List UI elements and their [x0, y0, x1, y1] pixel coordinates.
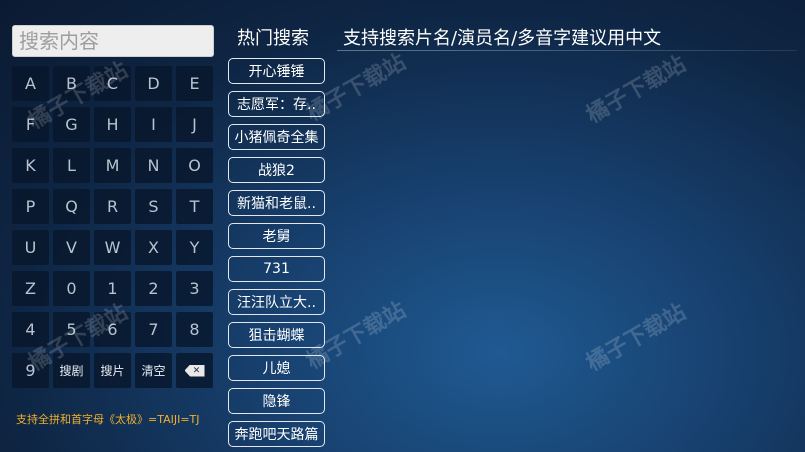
key-n[interactable]: N: [135, 148, 172, 183]
watermark: 橘子下载站: [582, 51, 691, 129]
key-d[interactable]: D: [135, 66, 172, 101]
key-j[interactable]: J: [176, 107, 213, 142]
search-hint: 支持全拼和首字母《太极》=TAIJI=TJ: [16, 413, 200, 426]
key-t[interactable]: T: [176, 189, 213, 224]
hot-search-item[interactable]: 老舅: [228, 223, 325, 249]
key-o[interactable]: O: [176, 148, 213, 183]
key-h[interactable]: H: [94, 107, 131, 142]
key-q[interactable]: Q: [53, 189, 90, 224]
key-s[interactable]: S: [135, 189, 172, 224]
key-clear[interactable]: 清空: [135, 353, 172, 388]
hot-search-item[interactable]: 731: [228, 256, 325, 282]
hot-search-item[interactable]: 志愿军：存..: [228, 91, 325, 117]
key-b[interactable]: B: [53, 66, 90, 101]
hot-search-item[interactable]: 开心锤锤: [228, 58, 325, 84]
key-1[interactable]: 1: [94, 271, 131, 306]
key-p[interactable]: P: [12, 189, 49, 224]
key-0[interactable]: 0: [53, 271, 90, 306]
key-i[interactable]: I: [135, 107, 172, 142]
key-r[interactable]: R: [94, 189, 131, 224]
key-2[interactable]: 2: [135, 271, 172, 306]
key-k[interactable]: K: [12, 148, 49, 183]
watermark: 橘子下载站: [582, 299, 691, 377]
hot-search-title: 热门搜索: [237, 28, 309, 49]
key-y[interactable]: Y: [176, 230, 213, 265]
key-9[interactable]: 9: [12, 353, 49, 388]
hot-search-item[interactable]: 隐锋: [228, 388, 325, 414]
key-a[interactable]: A: [12, 66, 49, 101]
key-search-movie[interactable]: 搜片: [94, 353, 131, 388]
key-3[interactable]: 3: [176, 271, 213, 306]
key-g[interactable]: G: [53, 107, 90, 142]
hot-search-item[interactable]: 新猫和老鼠..: [228, 190, 325, 216]
backspace-key[interactable]: ✕: [176, 353, 213, 388]
hot-search-item[interactable]: 奔跑吧天路篇: [228, 421, 325, 447]
key-4[interactable]: 4: [12, 312, 49, 347]
hot-search-item[interactable]: 战狼2: [228, 157, 325, 183]
search-tip: 支持搜索片名/演员名/多音字建议用中文: [343, 28, 662, 49]
key-8[interactable]: 8: [176, 312, 213, 347]
hot-search-item[interactable]: 狙击蝴蝶: [228, 322, 325, 348]
key-e[interactable]: E: [176, 66, 213, 101]
search-input[interactable]: 搜索内容: [12, 25, 214, 57]
backspace-icon: ✕: [184, 364, 205, 377]
key-search-drama[interactable]: 搜剧: [53, 353, 90, 388]
key-u[interactable]: U: [12, 230, 49, 265]
key-f[interactable]: F: [12, 107, 49, 142]
key-6[interactable]: 6: [94, 312, 131, 347]
key-l[interactable]: L: [53, 148, 90, 183]
key-c[interactable]: C: [94, 66, 131, 101]
hot-search-item[interactable]: 小猪佩奇全集: [228, 124, 325, 150]
key-7[interactable]: 7: [135, 312, 172, 347]
header-divider: [337, 50, 797, 51]
hot-search-item[interactable]: 儿媳: [228, 355, 325, 381]
key-v[interactable]: V: [53, 230, 90, 265]
key-w[interactable]: W: [94, 230, 131, 265]
key-z[interactable]: Z: [12, 271, 49, 306]
key-5[interactable]: 5: [53, 312, 90, 347]
key-x[interactable]: X: [135, 230, 172, 265]
hot-search-item[interactable]: 汪汪队立大..: [228, 289, 325, 315]
key-m[interactable]: M: [94, 148, 131, 183]
